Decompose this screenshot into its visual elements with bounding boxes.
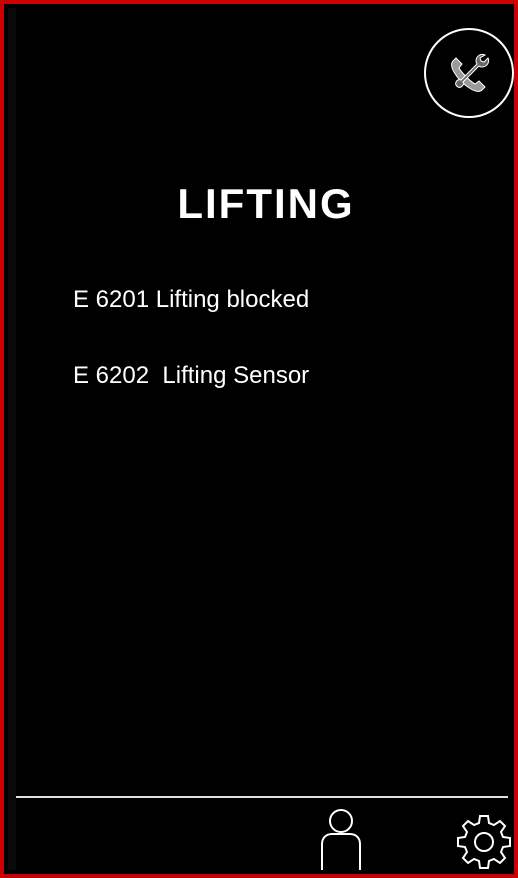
- error-item-6201[interactable]: E 6201 Lifting blocked: [73, 286, 309, 314]
- service-button[interactable]: [424, 28, 514, 118]
- error-item-6202[interactable]: E 6202 Lifting Sensor: [73, 362, 309, 390]
- settings-button[interactable]: [454, 810, 514, 870]
- left-edge-strip: [8, 8, 16, 870]
- phone-wrench-icon: [451, 53, 490, 92]
- bottom-nav-bar: [16, 796, 511, 870]
- main-screen: LIFTING E 6201 Lifting blocked E 6202 Li…: [16, 8, 514, 870]
- gear-icon: [457, 815, 511, 869]
- page-title: LIFTING: [177, 180, 355, 227]
- user-icon: [321, 809, 361, 870]
- app-frame: LIFTING E 6201 Lifting blocked E 6202 Li…: [0, 0, 518, 878]
- user-button[interactable]: [316, 806, 366, 870]
